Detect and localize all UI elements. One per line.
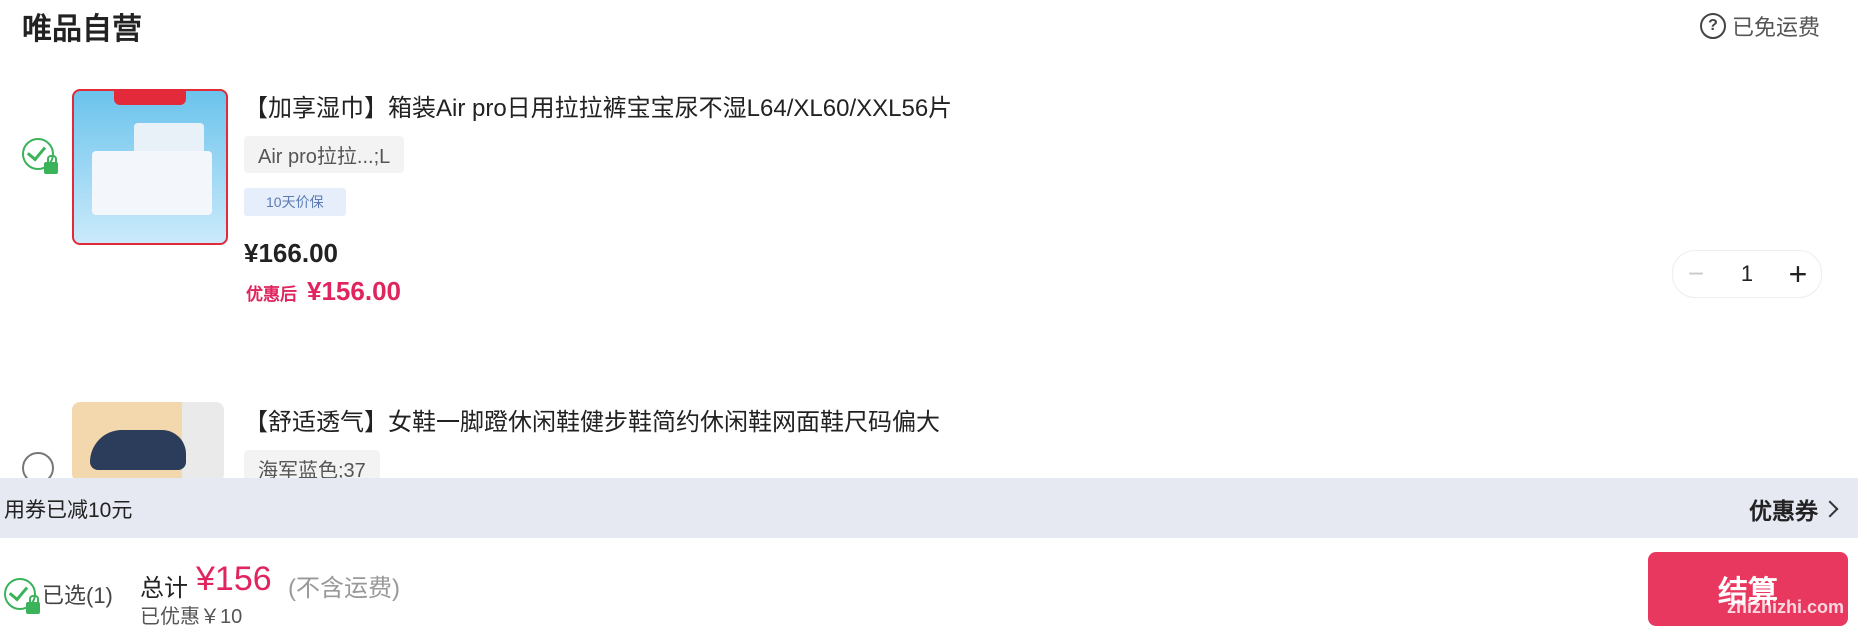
discount-price: 优惠后 ¥156.00: [246, 276, 401, 307]
plus-icon[interactable]: +: [1775, 256, 1821, 293]
product-spec[interactable]: Air pro拉拉...;L: [244, 136, 405, 173]
total-value: ¥156: [196, 560, 272, 598]
discount-label: 优惠后: [246, 285, 297, 304]
product-price: ¥166.00: [244, 238, 338, 268]
coupon-link[interactable]: 优惠券: [1749, 492, 1839, 526]
quantity-value[interactable]: 1: [1741, 261, 1753, 287]
checkout-footer: 已选(1) 总计 ¥156 (不含运费) 已优惠￥10 结算 zhizhizhi…: [0, 538, 1858, 628]
lock-icon: [44, 155, 58, 174]
coupon-applied-text: 用券已减10元: [4, 499, 133, 522]
watermark: zhizhizhi.com: [1727, 597, 1844, 617]
product-title[interactable]: 【舒适透气】女鞋一脚蹬休闲鞋健步鞋简约休闲鞋网面鞋尺码偏大: [244, 402, 940, 437]
chevron-right-icon: [1821, 500, 1839, 518]
minus-icon[interactable]: −: [1673, 258, 1719, 290]
total-note: (不含运费): [288, 575, 400, 602]
check-icon: [26, 141, 47, 162]
saved-amount: 已优惠￥10: [140, 606, 243, 628]
lock-icon: [26, 595, 40, 614]
discount-value: ¥156.00: [307, 276, 401, 306]
product-title[interactable]: 【加享湿巾】箱装Air pro日用拉拉裤宝宝尿不湿L64/XL60/XXL56片: [244, 88, 952, 123]
product-image[interactable]: [72, 402, 224, 482]
check-icon: [8, 581, 29, 602]
item-select-checkbox[interactable]: [22, 138, 58, 174]
page-title: 唯品自营: [22, 13, 142, 46]
product-image[interactable]: [72, 89, 228, 245]
coupon-bar: 用券已减10元 优惠券: [0, 478, 1858, 538]
selected-count: 已选(1): [42, 583, 113, 608]
price-protect-tag: 10天价保: [244, 188, 346, 216]
shipping-label: 已免运费: [1731, 15, 1820, 40]
shipping-info[interactable]: ? 已免运费: [1699, 10, 1820, 42]
total-label: 总计: [140, 575, 188, 602]
coupon-link-label: 优惠券: [1749, 498, 1818, 524]
select-all-checkbox[interactable]: [4, 578, 40, 614]
quantity-stepper: − 1 +: [1672, 250, 1822, 298]
help-icon[interactable]: ?: [1699, 13, 1726, 39]
